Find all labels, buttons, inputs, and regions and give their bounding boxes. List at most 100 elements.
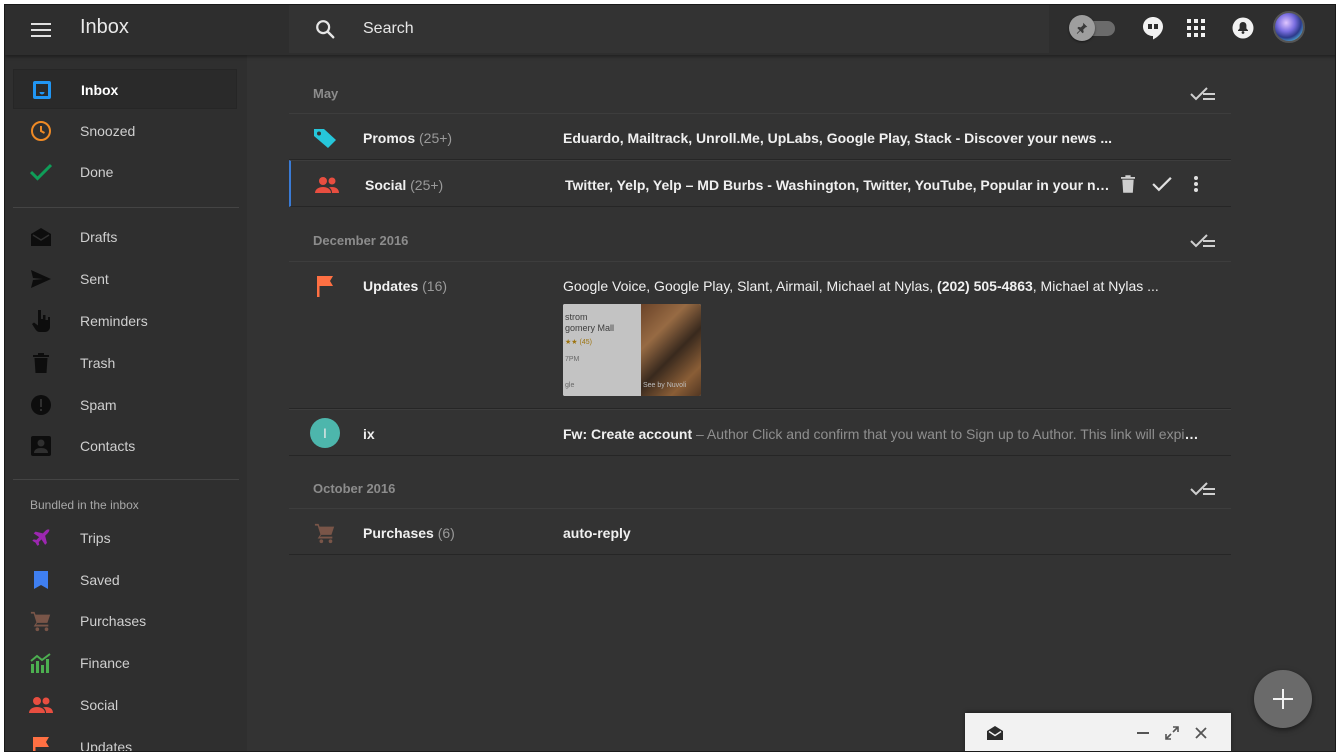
bookmark-icon bbox=[29, 568, 53, 592]
bundle-row-social[interactable]: Social (25+) Twitter, Yelp, Yelp – MD Bu… bbox=[289, 160, 1231, 207]
thumbnail-dim-overlay bbox=[563, 304, 701, 396]
sidebar-item-snoozed[interactable]: Snoozed bbox=[13, 111, 237, 151]
search-icon[interactable] bbox=[313, 17, 337, 41]
row-snippet: Google Voice, Google Play, Slant, Airmai… bbox=[563, 278, 1163, 294]
sidebar-item-label: Snoozed bbox=[80, 123, 136, 139]
tag-icon bbox=[313, 126, 337, 150]
sidebar-item-label: Done bbox=[80, 164, 114, 180]
inbox-window: Inbox Search Inbox Snoozed Done Drafts S… bbox=[4, 4, 1336, 752]
bundled-heading: Bundled in the inbox bbox=[30, 498, 139, 512]
mark-done-icon[interactable] bbox=[1151, 173, 1173, 195]
message-row-ix[interactable]: I ix Fw: Create account – Author Click a… bbox=[289, 409, 1231, 456]
row-snippet: auto-reply bbox=[563, 525, 631, 541]
people-icon bbox=[315, 173, 339, 197]
sidebar-item-inbox[interactable]: Inbox bbox=[13, 69, 237, 109]
sender-name: Promos bbox=[363, 130, 416, 146]
sweep-done-icon[interactable] bbox=[1189, 232, 1217, 252]
row-snippet: Twitter, Yelp, Yelp – MD Burbs - Washing… bbox=[565, 177, 1110, 193]
section-title: October 2016 bbox=[313, 481, 396, 496]
row-snippet: Fw: Create account – Author Click and co… bbox=[563, 426, 1199, 442]
bundle-row-promos[interactable]: Promos (25+) Eduardo, Mailtrack, Unroll.… bbox=[289, 113, 1231, 160]
menu-icon[interactable] bbox=[27, 16, 55, 44]
message-list: May Promos (25+) Eduardo, Mailtrack, Unr… bbox=[247, 55, 1335, 751]
section-header-may: May bbox=[289, 61, 1231, 113]
sidebar-item-label: Updates bbox=[80, 739, 133, 752]
sidebar-item-drafts[interactable]: Drafts bbox=[13, 217, 237, 257]
sidebar-item-label: Finance bbox=[80, 655, 130, 671]
compose-plus-button[interactable] bbox=[1254, 670, 1312, 728]
plane-icon bbox=[29, 526, 53, 550]
pinned-toggle[interactable] bbox=[1069, 15, 1119, 41]
row-count: (6) bbox=[437, 525, 455, 541]
section-header-october-2016: October 2016 bbox=[289, 456, 1231, 508]
reminder-hand-icon bbox=[29, 309, 53, 333]
minimize-icon[interactable] bbox=[1133, 723, 1153, 743]
section-header-december-2016: December 2016 bbox=[289, 208, 1231, 260]
sweep-done-icon[interactable] bbox=[1189, 480, 1217, 500]
row-sender: Purchases (6) bbox=[363, 525, 455, 541]
sidebar-item-social[interactable]: Social bbox=[13, 685, 237, 725]
sweep-done-icon[interactable] bbox=[1189, 85, 1217, 105]
expand-icon[interactable] bbox=[1162, 723, 1182, 743]
row-actions bbox=[1117, 173, 1207, 195]
map-preview-thumbnail[interactable]: strom gomery Mall ★★ (45) 7PM gle See by… bbox=[563, 304, 701, 396]
plus-icon bbox=[1273, 689, 1293, 709]
contacts-icon bbox=[29, 434, 53, 458]
sidebar-divider bbox=[13, 479, 239, 480]
bundle-row-purchases[interactable]: Purchases (6) auto-reply bbox=[289, 508, 1231, 555]
sidebar-item-trash[interactable]: Trash bbox=[13, 343, 237, 383]
account-avatar[interactable] bbox=[1273, 11, 1305, 43]
section-title: May bbox=[313, 86, 339, 101]
sender-name: Updates bbox=[363, 278, 419, 294]
sidebar-item-updates[interactable]: Updates bbox=[13, 727, 237, 752]
flag-icon bbox=[313, 274, 337, 298]
sidebar-item-label: Reminders bbox=[80, 313, 148, 329]
sidebar-item-spam[interactable]: Spam bbox=[13, 385, 237, 425]
sidebar-item-purchases[interactable]: Purchases bbox=[13, 601, 237, 641]
draft-icon bbox=[29, 225, 53, 249]
sidebar-item-label: Social bbox=[80, 697, 119, 713]
sidebar-item-done[interactable]: Done bbox=[13, 152, 237, 192]
row-snippet: Eduardo, Mailtrack, Unroll.Me, UpLabs, G… bbox=[563, 130, 1112, 146]
search-bar[interactable] bbox=[289, 5, 1049, 53]
trash-icon[interactable] bbox=[1117, 173, 1139, 195]
send-icon bbox=[29, 267, 53, 291]
apps-grid-icon[interactable] bbox=[1182, 14, 1210, 42]
sender-avatar: I bbox=[310, 418, 340, 448]
people-icon bbox=[29, 693, 53, 717]
sidebar-item-saved[interactable]: Saved bbox=[13, 560, 237, 600]
sender-name: Purchases bbox=[363, 525, 434, 541]
snippet-phone: (202) 505-4863 bbox=[937, 278, 1033, 294]
sidebar-item-label: Purchases bbox=[80, 613, 147, 629]
notifications-bell-icon[interactable] bbox=[1229, 14, 1257, 42]
sidebar-item-label: Drafts bbox=[80, 229, 118, 245]
sidebar-item-label: Saved bbox=[80, 572, 120, 588]
sidebar-item-reminders[interactable]: Reminders bbox=[13, 301, 237, 341]
row-count: (16) bbox=[422, 278, 448, 294]
minimized-compose-bar[interactable] bbox=[965, 713, 1231, 751]
finance-chart-icon bbox=[29, 651, 53, 675]
more-options-icon[interactable] bbox=[1185, 173, 1207, 195]
sidebar-item-trips[interactable]: Trips bbox=[13, 518, 237, 558]
message-preview: – Author Click and confirm that you want… bbox=[692, 426, 1199, 442]
row-sender: Social (25+) bbox=[365, 177, 443, 193]
sender-name: Social bbox=[365, 177, 407, 193]
snippet-part: Google Voice, Google Play, Slant, Airmai… bbox=[563, 278, 938, 294]
sidebar-item-contacts[interactable]: Contacts bbox=[13, 426, 237, 466]
sidebar-item-finance[interactable]: Finance bbox=[13, 643, 237, 683]
close-icon[interactable] bbox=[1191, 723, 1211, 743]
sidebar-divider bbox=[13, 207, 239, 208]
inbox-icon bbox=[30, 78, 54, 102]
hangouts-icon[interactable] bbox=[1139, 14, 1167, 42]
sidebar-item-label: Trips bbox=[80, 530, 111, 546]
sidebar-item-label: Contacts bbox=[80, 438, 136, 454]
sidebar-item-label: Sent bbox=[80, 271, 109, 287]
search-input[interactable] bbox=[363, 15, 963, 43]
clock-icon bbox=[29, 119, 53, 143]
spam-icon bbox=[29, 393, 53, 417]
sidebar-item-label: Trash bbox=[80, 355, 116, 371]
sidebar-item-label: Inbox bbox=[81, 82, 119, 98]
bundle-row-updates[interactable]: Updates (16) Google Voice, Google Play, … bbox=[289, 261, 1231, 409]
sidebar-item-sent[interactable]: Sent bbox=[13, 259, 237, 299]
trash-icon bbox=[29, 351, 53, 375]
